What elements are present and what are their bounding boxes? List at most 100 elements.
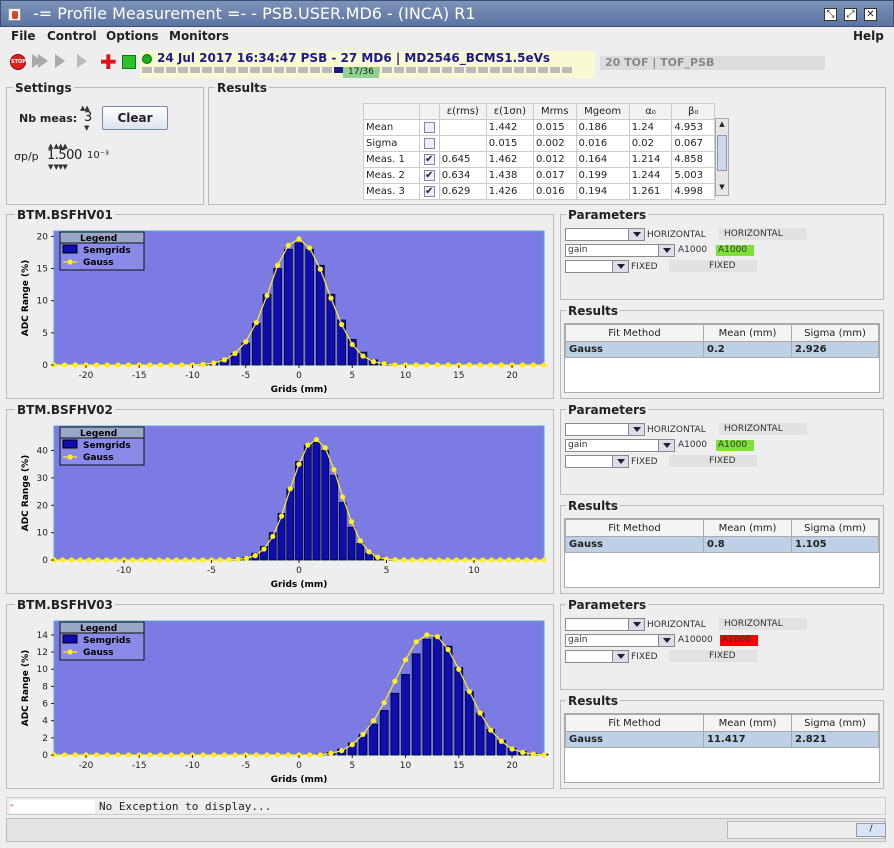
- fit-row[interactable]: Gauss 0.2 2.926: [565, 341, 879, 358]
- x-tick-label: 20: [506, 761, 518, 771]
- gauss-point: [339, 748, 345, 754]
- menu-monitors[interactable]: Monitors: [169, 29, 229, 43]
- dp-down-icon[interactable]: ▼ ▼▼▼: [48, 163, 68, 171]
- x-tick-label: 0: [296, 761, 302, 771]
- results-row[interactable]: Meas. 1 ✔ 0.645 1.462 0.012 0.164 1.214 4.858: [363, 151, 715, 168]
- cycle-segment: [550, 67, 560, 73]
- gauss-point: [541, 752, 547, 758]
- gauss-point: [328, 295, 334, 301]
- clear-button[interactable]: Clear: [102, 106, 168, 130]
- play-icon[interactable]: [77, 54, 93, 70]
- gain-select[interactable]: gain: [565, 634, 675, 647]
- add-icon[interactable]: ✚: [100, 52, 117, 72]
- gauss-point: [62, 362, 68, 368]
- status-toggle-button[interactable]: /: [856, 823, 886, 837]
- include-checkbox[interactable]: ✔: [423, 169, 435, 181]
- gauss-point: [232, 350, 238, 357]
- gauss-point: [488, 362, 494, 368]
- include-checkbox[interactable]: ✔: [423, 185, 435, 197]
- y-tick-label: 4: [42, 717, 48, 727]
- close-icon[interactable]: ✕: [864, 8, 877, 21]
- chevron-down-icon[interactable]: [628, 229, 644, 240]
- java-app-icon: [8, 8, 21, 21]
- scroll-thumb[interactable]: [717, 135, 727, 171]
- x-tick-label: 15: [453, 761, 464, 771]
- chevron-down-icon[interactable]: [658, 440, 674, 451]
- results-cell-mrms: 0.015: [532, 119, 577, 136]
- fast-forward-icon[interactable]: [32, 54, 48, 70]
- gauss-point: [72, 362, 78, 368]
- gauss-point: [357, 538, 363, 544]
- include-checkbox[interactable]: ✔: [423, 153, 435, 165]
- semgrid-bar: [433, 636, 442, 756]
- results-row[interactable]: Sigma 0.015 0.002 0.016 0.02 0.067: [363, 135, 715, 152]
- nb-meas-value[interactable]: 3: [84, 110, 92, 125]
- results-header: ε(rms): [438, 103, 487, 120]
- cycle-segment: [430, 67, 440, 73]
- results-cell-mrms: 0.016: [532, 183, 577, 200]
- fit-results-panel: Results Fit Method Mean (mm) Sigma (mm) Gaus…: [560, 694, 884, 789]
- results-row[interactable]: Mean 1.442 0.015 0.186 1.24 4.953: [363, 119, 715, 136]
- gauss-point: [270, 533, 276, 540]
- chevron-down-icon[interactable]: [612, 456, 628, 467]
- dp-label: σp/p: [14, 150, 39, 163]
- chevron-down-icon[interactable]: [612, 651, 628, 662]
- x-tick-label: -20: [79, 371, 94, 381]
- results-cell-beta: 5.003: [671, 167, 715, 184]
- minimize-icon[interactable]: ⤡: [824, 8, 837, 21]
- fit-mode-select[interactable]: [565, 650, 629, 663]
- scroll-down-icon[interactable]: ▼: [717, 183, 727, 193]
- gauss-point: [477, 362, 483, 368]
- cycle-segment: [166, 67, 176, 73]
- include-checkbox[interactable]: [423, 121, 435, 133]
- fit-row[interactable]: Gauss 0.8 1.105: [565, 536, 879, 553]
- scroll-up-icon[interactable]: ▲: [717, 120, 727, 130]
- maximize-icon[interactable]: ⤢: [844, 8, 857, 21]
- results-scrollbar[interactable]: ▲ ▼: [715, 118, 729, 196]
- window-titlebar[interactable]: -= Profile Measurement =- - PSB.USER.MD6…: [0, 0, 894, 27]
- fit-row[interactable]: Gauss 11.417 2.821: [565, 731, 879, 748]
- gauss-point: [488, 727, 494, 733]
- profile-chart[interactable]: -20 -15 -10 -5 0 5 10 15 20 0 2 4 6 8 10 12 14 Grids (mm)…: [7, 605, 555, 790]
- y-tick-label: 20: [37, 232, 49, 242]
- chevron-down-icon[interactable]: [612, 261, 628, 272]
- gauss-point: [200, 557, 206, 563]
- gain-select[interactable]: gain: [565, 244, 675, 257]
- gain-select[interactable]: gain: [565, 439, 675, 452]
- fit-mode-select[interactable]: [565, 455, 629, 468]
- chart-legend[interactable]: Legend Semgrids Gauss: [59, 426, 145, 466]
- results-row[interactable]: Meas. 2 ✔ 0.634 1.438 0.017 0.199 1.244 5.003: [363, 167, 715, 184]
- semgrid-bar: [475, 712, 485, 756]
- results-row[interactable]: Meas. 3 ✔ 0.629 1.426 0.016 0.194 1.261 4.998: [363, 183, 715, 200]
- gauss-point: [331, 467, 337, 473]
- exception-indicator[interactable]: -: [10, 800, 95, 813]
- chart-legend[interactable]: Legend Semgrids Gauss: [59, 621, 145, 661]
- chart-legend[interactable]: Legend Semgrids Gauss: [59, 231, 145, 271]
- gauss-point: [541, 557, 547, 563]
- semgrid-bar: [303, 444, 312, 561]
- menu-options[interactable]: Options: [106, 29, 159, 43]
- fit-mode-select[interactable]: [565, 260, 629, 273]
- profile-chart[interactable]: -20 -15 -10 -5 0 5 10 15 20 0 5 10 15 20 Grids (mm) ADC…: [7, 215, 555, 400]
- dp-value[interactable]: 1.500: [47, 148, 82, 163]
- chevron-down-icon[interactable]: [628, 424, 644, 435]
- semgrid-bar: [422, 638, 432, 756]
- chevron-down-icon[interactable]: [658, 245, 674, 256]
- chevron-down-icon[interactable]: [658, 635, 674, 646]
- fit-method: Gauss: [565, 731, 704, 748]
- include-checkbox[interactable]: [423, 137, 435, 149]
- step-icon[interactable]: [55, 54, 71, 70]
- legend-semgrids: Semgrids: [83, 636, 131, 646]
- plane-select[interactable]: [565, 228, 645, 241]
- nb-meas-down-icon[interactable]: ▼: [84, 124, 89, 132]
- menu-help[interactable]: Help: [853, 29, 884, 43]
- profile-chart[interactable]: -10 -5 0 5 10 0 10 20 30 40 Grids (mm) ADC Range (%…: [7, 410, 555, 595]
- plane-select[interactable]: [565, 423, 645, 436]
- menu-file[interactable]: File: [11, 29, 36, 43]
- menu-control[interactable]: Control: [47, 29, 97, 43]
- y-tick-label: 12: [37, 648, 48, 658]
- plane-select[interactable]: [565, 618, 645, 631]
- chevron-down-icon[interactable]: [628, 619, 644, 630]
- stop-button[interactable]: STOP: [10, 54, 26, 70]
- x-tick-label: -10: [185, 761, 200, 771]
